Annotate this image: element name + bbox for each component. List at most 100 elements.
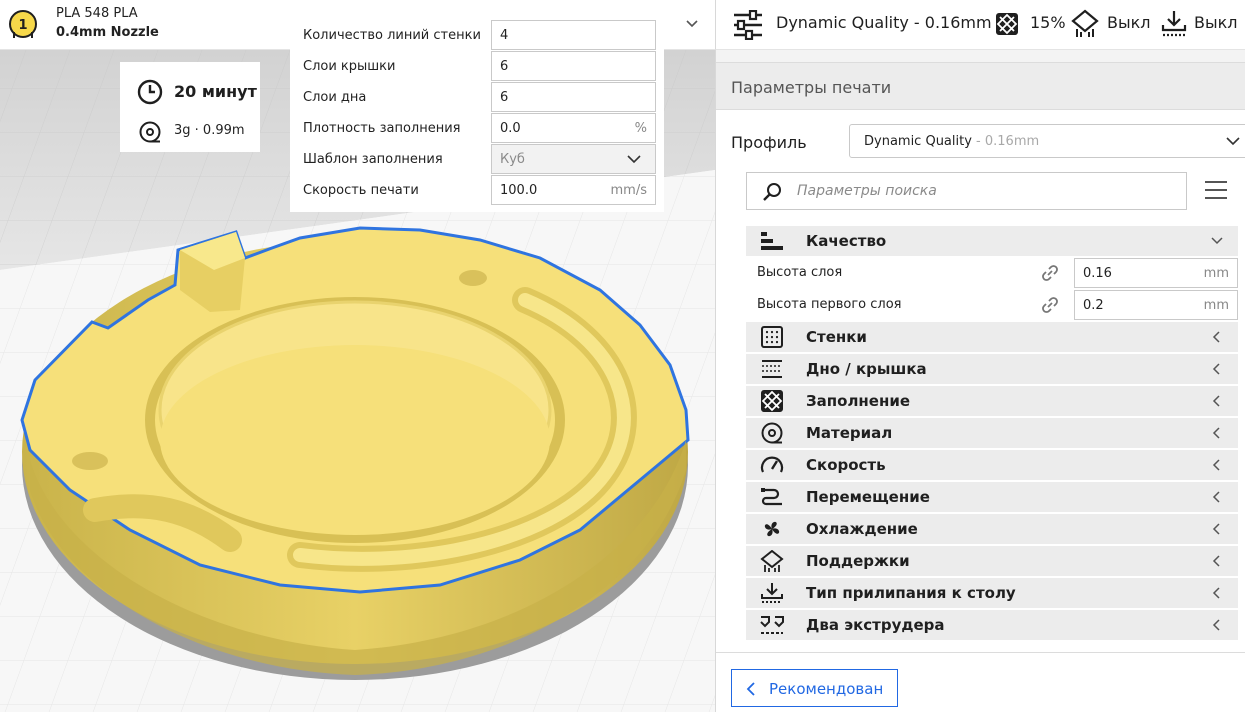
category-infill[interactable]: Заполнение (746, 386, 1238, 416)
search-input[interactable] (797, 181, 1177, 201)
setting-label: Плотность заполнения (303, 121, 461, 136)
settings-search[interactable] (746, 172, 1187, 210)
category-support[interactable]: Поддержки (746, 546, 1238, 576)
field-value: 6 (500, 59, 509, 74)
field-value: 4 (500, 28, 509, 43)
spool-icon (139, 121, 161, 143)
material-name: PLA 548 PLA (56, 6, 138, 21)
chevron-left-icon (1212, 587, 1220, 599)
field-value: 0.16 (1083, 266, 1112, 281)
initial-layer-height-input[interactable]: 0.2 mm (1074, 290, 1238, 320)
category-label: Скорость (806, 456, 886, 474)
infill-icon (761, 390, 783, 412)
category-label: Поддержки (806, 552, 910, 570)
support-icon (760, 550, 784, 572)
chevron-left-icon (1212, 363, 1220, 375)
chevron-left-icon (746, 682, 755, 696)
category-material[interactable]: Материал (746, 418, 1238, 448)
setting-layer-height: Высота слоя 0.16 mm (746, 256, 1238, 288)
adhesion-summary: Выкл (1194, 13, 1238, 32)
dual-extruder-icon (760, 616, 784, 634)
print-time: 20 минут (174, 82, 257, 101)
extruder-badge-icon: 1 (9, 10, 37, 38)
field-value: 0.2 (1083, 298, 1104, 313)
infill-icon (996, 13, 1018, 35)
setting-label: Высота первого слоя (757, 297, 902, 312)
setting-initial-layer-height: Высота первого слоя 0.2 mm (746, 288, 1238, 320)
chevron-left-icon (1212, 427, 1220, 439)
infill-pattern-row: Шаблон заполнения Куб (290, 144, 664, 175)
print-speed-input[interactable]: 100.0 mm/s (491, 175, 656, 205)
category-top-bottom[interactable]: Дно / крышка (746, 354, 1238, 384)
infill-density-input[interactable]: 0.0 % (491, 113, 656, 143)
field-value: 0.0 (500, 121, 521, 136)
category-label: Охлаждение (806, 520, 918, 538)
infill-summary: 15% (1030, 13, 1066, 32)
category-walls[interactable]: Стенки (746, 322, 1238, 352)
field-unit: mm/s (610, 183, 647, 198)
panel-title: Параметры печати (731, 78, 892, 97)
chevron-left-icon (1212, 523, 1220, 535)
quality-icon (761, 232, 783, 250)
speed-icon (760, 456, 784, 473)
print-settings-panel: Параметры печати Профиль Dynamic Quality… (715, 62, 1245, 712)
infill-pattern-select[interactable]: Куб (491, 144, 656, 174)
field-unit: mm (1203, 298, 1229, 313)
field-value: Куб (500, 152, 525, 167)
setting-label: Слои дна (303, 90, 367, 105)
category-label: Тип прилипания к столу (806, 584, 1016, 602)
profile-dropdown[interactable]: Dynamic Quality - 0.16mm (849, 124, 1245, 158)
link-icon[interactable] (1040, 295, 1060, 315)
category-dual-extruder[interactable]: Два экструдера (746, 610, 1238, 640)
clock-icon (137, 79, 163, 105)
layer-height-input[interactable]: 0.16 mm (1074, 258, 1238, 288)
category-label: Дно / крышка (806, 360, 927, 378)
quick-settings-popup: Количество линий стенки 4 Слои крышки 6 … (290, 12, 664, 212)
link-icon[interactable] (1040, 263, 1060, 283)
material-usage: 3g · 0.99m (174, 123, 245, 138)
category-quality[interactable]: Качество (746, 226, 1238, 256)
infill-density-row: Плотность заполнения 0.0 % (290, 113, 664, 144)
category-cooling[interactable]: Охлаждение (746, 514, 1238, 544)
material-icon (761, 422, 783, 444)
chevron-left-icon (1212, 459, 1220, 471)
chevron-left-icon (1212, 619, 1220, 631)
category-label: Перемещение (806, 488, 930, 506)
search-icon (763, 183, 781, 201)
field-value: 100.0 (500, 183, 538, 198)
chevron-left-icon (1212, 555, 1220, 567)
bottom-layers-row: Слои дна 6 (290, 82, 664, 113)
wall-line-count-row: Количество линий стенки 4 (290, 20, 664, 51)
print-estimate-card[interactable]: 20 минут 3g · 0.99m (120, 62, 260, 152)
profile-layer-height: - 0.16mm (971, 134, 1040, 149)
top-bottom-icon (762, 360, 782, 378)
print-setup-summary-bar[interactable]: Dynamic Quality - 0.16mm 15% Выкл Выкл (715, 0, 1245, 50)
recommended-button-label: Рекомендован (769, 680, 884, 698)
setting-label: Количество линий стенки (303, 28, 481, 43)
chevron-down-icon (1211, 237, 1223, 245)
category-adhesion[interactable]: Тип прилипания к столу (746, 578, 1238, 608)
print-speed-row: Скорость печати 100.0 mm/s (290, 175, 664, 206)
settings-menu-icon[interactable] (1204, 178, 1228, 202)
field-value: 6 (500, 90, 509, 105)
panel-header: Параметры печати (716, 62, 1245, 110)
category-label: Два экструдера (806, 616, 945, 634)
recommended-mode-button[interactable]: Рекомендован (731, 669, 898, 707)
category-travel[interactable]: Перемещение (746, 482, 1238, 512)
chevron-left-icon (1212, 491, 1220, 503)
chevron-left-icon (1212, 395, 1220, 407)
category-speed[interactable]: Скорость (746, 450, 1238, 480)
wall-line-count-input[interactable]: 4 (491, 20, 656, 50)
3d-viewport[interactable]: 1 PLA 548 PLA 0.4mm Nozzle 20 минут 3g ·… (0, 0, 715, 712)
bottom-layers-input[interactable]: 6 (491, 82, 656, 112)
profile-value: Dynamic Quality - 0.16mm (864, 134, 1039, 149)
setting-label: Скорость печати (303, 183, 419, 198)
chevron-left-icon (1212, 331, 1220, 343)
chevron-down-icon[interactable] (684, 15, 700, 31)
profile-name: Dynamic Quality (864, 134, 972, 149)
support-summary: Выкл (1107, 13, 1151, 32)
category-label: Качество (806, 232, 887, 250)
top-layers-input[interactable]: 6 (491, 51, 656, 81)
nozzle-name: 0.4mm Nozzle (56, 25, 159, 40)
top-layers-row: Слои крышки 6 (290, 51, 664, 82)
